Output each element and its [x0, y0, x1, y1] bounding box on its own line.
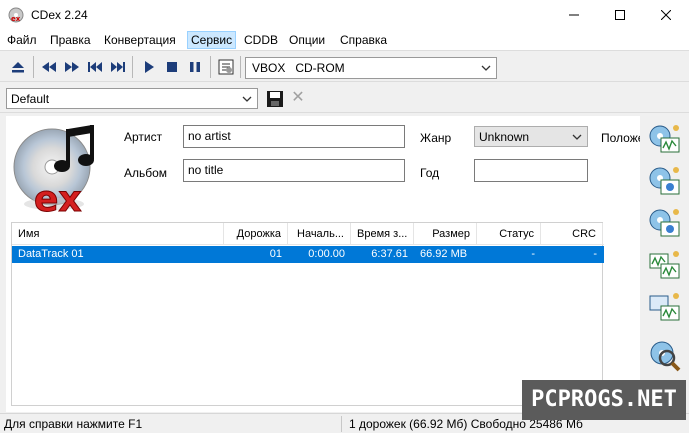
chevron-down-icon — [572, 134, 582, 140]
cddb-lookup-icon[interactable] — [647, 338, 683, 374]
album-input[interactable]: no title — [183, 159, 405, 182]
year-input[interactable] — [474, 159, 588, 182]
status-help-text: Для справки нажмите F1 — [4, 417, 143, 431]
genre-label: Жанр — [420, 131, 452, 145]
extract-partial-icon[interactable] — [647, 206, 683, 242]
table-row[interactable]: DataTrack 01 01 0:00.00 6:37.61 66.92 MB… — [12, 246, 604, 263]
position-label: Положе — [601, 131, 640, 145]
delete-profile-icon[interactable]: ✕ — [290, 90, 306, 106]
column-header-start[interactable]: Началь... — [288, 223, 351, 245]
maximize-icon — [615, 10, 625, 20]
album-label: Альбом — [124, 166, 168, 180]
toolbar: VBOX CD-ROM — [0, 52, 689, 82]
profile-select-value: Default — [11, 91, 50, 106]
minimize-icon — [569, 14, 579, 16]
watermark: PCPROGS.NET — [522, 380, 686, 420]
toolbar-separator — [33, 56, 34, 78]
fast-forward-icon — [65, 62, 79, 72]
artist-input[interactable]: no artist — [183, 125, 405, 148]
chevron-down-icon — [481, 65, 491, 71]
convert-files-icon[interactable] — [647, 290, 683, 326]
title-bar: ex CDex 2.24 — [0, 0, 689, 30]
disc-info-icon — [218, 59, 234, 75]
track-crc-cell: - — [593, 248, 597, 260]
close-button[interactable] — [643, 0, 689, 30]
status-separator — [341, 416, 342, 432]
window-title: CDex 2.24 — [31, 8, 88, 22]
track-duration-cell: 6:37.61 — [371, 248, 408, 260]
profile-toolbar: Default ✕ — [0, 84, 689, 113]
track-status-cell: - — [531, 248, 535, 260]
cdex-logo: ex — [13, 125, 94, 215]
track-size-cell: 66.92 MB — [420, 248, 468, 260]
svg-text:ex: ex — [34, 179, 82, 215]
column-header-crc[interactable]: CRC — [541, 223, 603, 245]
toolbar-separator — [210, 56, 211, 78]
toolbar-separator — [240, 56, 241, 78]
column-header-size[interactable]: Размер — [414, 223, 477, 245]
menu-service[interactable]: Сервис — [187, 31, 237, 49]
toolbar-separator — [132, 56, 133, 78]
skip-forward-icon — [111, 62, 125, 72]
fast-forward-button[interactable] — [62, 57, 82, 77]
drive-select-value: VBOX CD-ROM — [252, 61, 345, 75]
column-header-status[interactable]: Статус — [477, 223, 541, 245]
close-icon — [661, 10, 671, 20]
previous-track-button[interactable] — [85, 57, 105, 77]
track-start-cell: 0:00.00 — [308, 248, 345, 260]
track-table-header: Имя Дорожка Началь... Время з... Размер … — [12, 223, 604, 245]
stop-button[interactable] — [162, 57, 182, 77]
read-disc-button[interactable] — [216, 57, 236, 77]
profile-select[interactable]: Default — [6, 88, 258, 109]
main-panel: ex Артист no artist Альбом no title Жанр… — [6, 116, 640, 412]
play-button[interactable] — [139, 57, 159, 77]
minimize-button[interactable] — [551, 0, 597, 30]
maximize-button[interactable] — [597, 0, 643, 30]
rewind-button[interactable] — [39, 57, 59, 77]
menu-convert[interactable]: Конвертация — [104, 33, 176, 47]
genre-select-value: Unknown — [479, 130, 530, 144]
skip-back-icon — [88, 62, 102, 72]
rewind-icon — [42, 62, 56, 72]
track-name-cell: DataTrack 01 — [18, 248, 84, 260]
column-header-duration[interactable]: Время з... — [351, 223, 414, 245]
eject-icon — [12, 62, 24, 73]
menu-cddb[interactable]: CDDB — [244, 33, 278, 47]
genre-select[interactable]: Unknown — [474, 126, 588, 147]
year-label: Год — [420, 166, 440, 180]
svg-text:ex: ex — [11, 15, 21, 23]
column-header-name[interactable]: Имя — [12, 223, 224, 245]
artist-label: Артист — [124, 130, 163, 144]
menu-file[interactable]: Файл — [7, 33, 37, 47]
save-profile-icon[interactable] — [266, 90, 284, 108]
stop-icon — [167, 62, 177, 72]
convert-wav-icon[interactable] — [647, 248, 683, 284]
extract-wav-icon[interactable] — [647, 122, 683, 158]
chevron-down-icon — [242, 96, 252, 102]
track-table: Имя Дорожка Началь... Время з... Размер … — [11, 222, 604, 406]
menu-bar: Файл Правка Конвертация Сервис CDDB Опци… — [0, 30, 689, 51]
action-sidebar — [643, 116, 689, 412]
next-track-button[interactable] — [108, 57, 128, 77]
eject-button[interactable] — [8, 57, 28, 77]
pause-button[interactable] — [185, 57, 205, 77]
drive-select[interactable]: VBOX CD-ROM — [245, 57, 497, 79]
menu-edit[interactable]: Правка — [50, 33, 91, 47]
pause-icon — [190, 62, 200, 72]
menu-help[interactable]: Справка — [340, 33, 387, 47]
play-icon — [145, 61, 154, 73]
extract-mp3-icon[interactable] — [647, 164, 683, 200]
column-header-track[interactable]: Дорожка — [224, 223, 288, 245]
cdex-app-icon: ex — [8, 7, 24, 23]
track-number-cell: 01 — [269, 248, 282, 260]
menu-options[interactable]: Опции — [289, 33, 325, 47]
